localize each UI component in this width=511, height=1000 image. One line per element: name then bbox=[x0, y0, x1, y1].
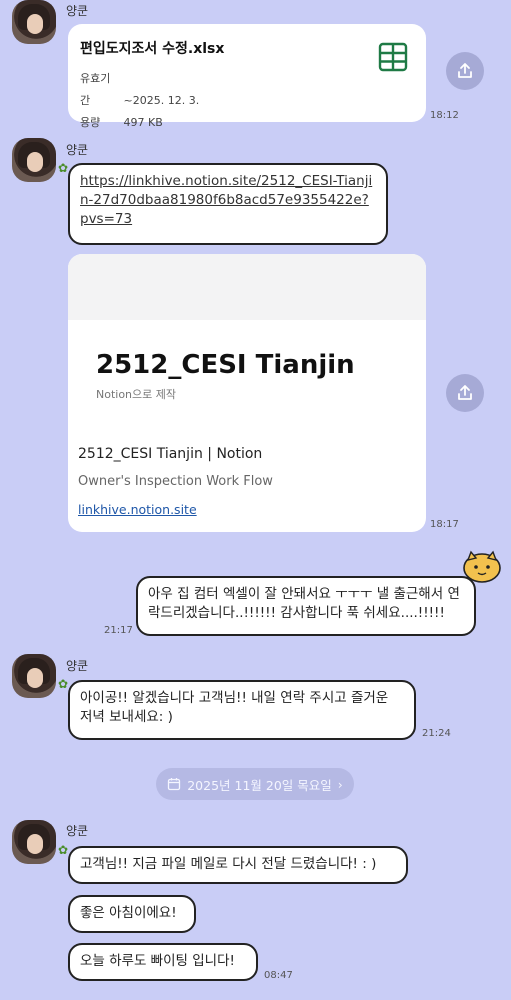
file-size: 용량 497 KB bbox=[80, 112, 414, 134]
received-message-bubble[interactable]: 오늘 하루도 빠이팅 입니다! bbox=[68, 943, 258, 981]
file-name: 편입도지조서 수정.xlsx bbox=[80, 41, 225, 57]
date-divider[interactable]: 2025년 11월 20일 목요일 › bbox=[156, 768, 354, 800]
calendar-icon bbox=[168, 778, 181, 791]
link-preview-card[interactable]: 2512_CESI Tianjin Notion으로 제작 2512_CESI … bbox=[68, 254, 426, 532]
share-icon bbox=[458, 385, 472, 400]
message-time: 21:24 bbox=[422, 728, 451, 739]
chevron-right-icon: › bbox=[337, 776, 343, 792]
message-time: 18:17 bbox=[430, 519, 459, 530]
sender-name: 양쿤 bbox=[66, 659, 89, 673]
link-message-bubble[interactable]: https://linkhive.notion.site/2512_CESI-T… bbox=[68, 163, 388, 245]
sender-avatar[interactable] bbox=[12, 0, 56, 44]
link-preview-banner bbox=[68, 254, 426, 320]
file-expiry: 유효기간 ~2025. 12. 3. bbox=[80, 68, 414, 112]
file-message-card[interactable]: 편입도지조서 수정.xlsx 유효기간 ~2025. 12. 3. 용량 497… bbox=[68, 24, 426, 129]
share-button[interactable] bbox=[446, 374, 484, 412]
sender-name: 양쿤 bbox=[66, 4, 89, 18]
share-icon bbox=[458, 63, 472, 78]
link-preview-made-with: Notion으로 제작 bbox=[96, 388, 177, 401]
clover-badge-icon: ✿ bbox=[58, 161, 69, 175]
chat-room: 양쿤 편입도지조서 수정.xlsx 유효기간 ~2025. 12. 3. 용량 … bbox=[0, 0, 511, 1000]
file-size-label: 용량 bbox=[80, 116, 101, 129]
share-button[interactable] bbox=[446, 52, 484, 90]
clover-badge-icon: ✿ bbox=[58, 843, 69, 857]
excel-file-icon bbox=[378, 42, 408, 72]
sender-avatar[interactable] bbox=[12, 820, 56, 864]
sender-avatar[interactable] bbox=[12, 654, 56, 698]
sender-avatar[interactable] bbox=[12, 138, 56, 182]
sender-name: 양쿤 bbox=[66, 143, 89, 157]
received-message-bubble[interactable]: 고객님!! 지금 파일 메일로 다시 전달 드렸습니다! : ) bbox=[68, 846, 408, 884]
link-preview-domain[interactable]: linkhive.notion.site bbox=[78, 502, 197, 517]
link-preview-title: 2512_CESI Tianjin | Notion bbox=[78, 446, 263, 462]
date-divider-text: 2025년 11월 20일 목요일 bbox=[187, 777, 332, 793]
link-preview-description: Owner's Inspection Work Flow bbox=[78, 474, 273, 489]
clover-badge-icon: ✿ bbox=[58, 677, 69, 691]
message-time: 21:17 bbox=[104, 625, 133, 636]
file-expiry-value: ~2025. 12. 3. bbox=[123, 94, 200, 107]
sender-name: 양쿤 bbox=[66, 824, 89, 838]
message-time: 18:12 bbox=[430, 110, 459, 121]
link-preview-heading: 2512_CESI Tianjin bbox=[96, 350, 355, 380]
my-message-bubble[interactable]: 아우 집 컴터 엑셀이 잘 안돼서요 ㅜㅜㅜ 낼 출근해서 연락드리겠습니다..… bbox=[136, 576, 476, 636]
file-expiry-label: 유효기간 bbox=[80, 72, 111, 107]
file-size-value: 497 KB bbox=[123, 116, 163, 129]
received-message-bubble[interactable]: 좋은 아침이에요! bbox=[68, 895, 196, 933]
received-message-bubble[interactable]: 아이공!! 알겠습니다 고객님!! 내일 연락 주시고 즐거운 저녁 보내세요:… bbox=[68, 680, 416, 740]
message-time: 08:47 bbox=[264, 970, 293, 981]
